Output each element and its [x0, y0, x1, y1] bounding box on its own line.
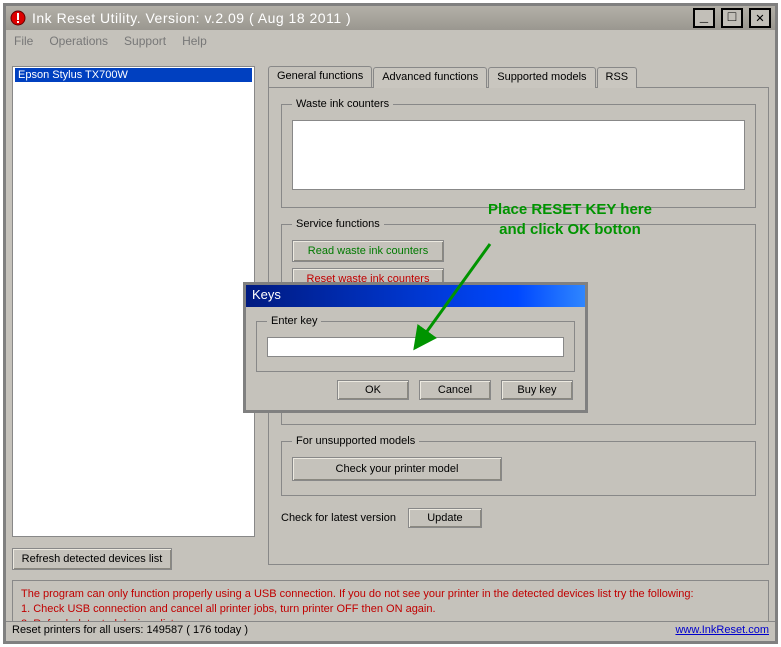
info-line-1: The program can only function properly u…	[21, 587, 760, 602]
check-model-button[interactable]: Check your printer model	[292, 457, 502, 481]
refresh-devices-button[interactable]: Refresh detected devices list	[12, 548, 172, 570]
enter-key-legend: Enter key	[267, 315, 321, 327]
left-panel: Epson Stylus TX700W Refresh detected dev…	[12, 66, 255, 570]
menubar: File Operations Support Help	[6, 30, 775, 52]
waste-ink-text[interactable]	[292, 120, 745, 190]
dialog-buttons: OK Cancel Buy key	[246, 378, 585, 410]
tab-rss[interactable]: RSS	[597, 67, 638, 88]
minimize-button[interactable]: _	[693, 8, 715, 28]
update-row: Check for latest version Update	[281, 508, 756, 528]
status-text: Reset printers for all users: 149587 ( 1…	[12, 624, 248, 636]
statusbar: Reset printers for all users: 149587 ( 1…	[6, 621, 775, 641]
update-button[interactable]: Update	[408, 508, 482, 528]
tab-general[interactable]: General functions	[268, 66, 372, 87]
enter-key-group: Enter key	[256, 315, 575, 372]
close-button[interactable]: ✕	[749, 8, 771, 28]
devices-list[interactable]: Epson Stylus TX700W	[12, 66, 255, 537]
waste-ink-group: Waste ink counters	[281, 98, 756, 208]
unsupported-legend: For unsupported models	[292, 435, 419, 447]
menu-operations[interactable]: Operations	[49, 34, 108, 48]
service-functions-legend: Service functions	[292, 218, 384, 230]
read-waste-button[interactable]: Read waste ink counters	[292, 240, 444, 262]
tab-advanced[interactable]: Advanced functions	[373, 67, 487, 88]
ok-button[interactable]: OK	[337, 380, 409, 400]
dialog-title: Keys	[246, 285, 585, 307]
unsupported-group: For unsupported models Check your printe…	[281, 435, 756, 496]
menu-support[interactable]: Support	[124, 34, 166, 48]
window-title: Ink Reset Utility. Version: v.2.09 ( Aug…	[30, 10, 687, 26]
menu-file[interactable]: File	[14, 34, 33, 48]
maximize-button[interactable]: □	[721, 8, 743, 28]
waste-ink-legend: Waste ink counters	[292, 98, 393, 110]
check-latest-label: Check for latest version	[281, 512, 396, 524]
list-item[interactable]: Epson Stylus TX700W	[15, 68, 252, 82]
buy-key-button[interactable]: Buy key	[501, 380, 573, 400]
cancel-button[interactable]: Cancel	[419, 380, 491, 400]
tab-supported[interactable]: Supported models	[488, 67, 595, 88]
keys-dialog: Keys Enter key OK Cancel Buy key	[243, 282, 588, 413]
menu-help[interactable]: Help	[182, 34, 207, 48]
app-icon	[10, 10, 26, 26]
titlebar: Ink Reset Utility. Version: v.2.09 ( Aug…	[6, 6, 775, 30]
key-input[interactable]	[267, 337, 564, 357]
status-link[interactable]: www.InkReset.com	[675, 624, 769, 636]
info-line-2: 1. Check USB connection and cancel all p…	[21, 602, 760, 617]
tabstrip: General functions Advanced functions Sup…	[268, 66, 769, 87]
